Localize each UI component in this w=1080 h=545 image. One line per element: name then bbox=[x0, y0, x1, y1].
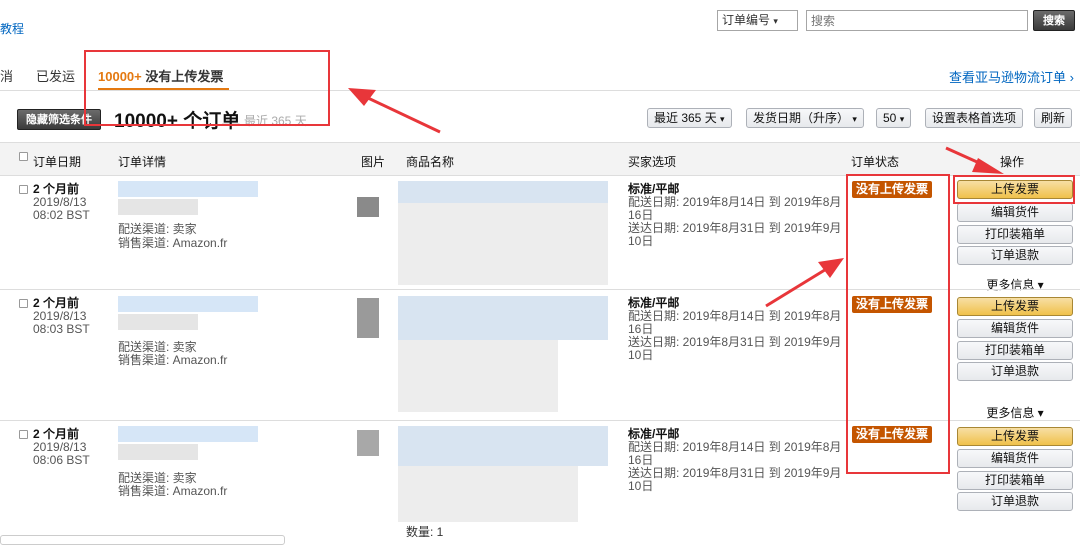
print-packing-slip-button[interactable]: 打印装箱单 bbox=[957, 225, 1073, 244]
bottom-input-partial bbox=[0, 535, 285, 545]
edit-shipment-button[interactable]: 编辑货件 bbox=[957, 449, 1073, 468]
refund-order-button[interactable]: 订单退款 bbox=[957, 362, 1073, 381]
product-title-redacted bbox=[398, 426, 608, 466]
search-type-label: 订单编号 bbox=[722, 13, 771, 27]
upload-invoice-button[interactable]: 上传发票 bbox=[957, 297, 1073, 316]
col-product-name: 商品名称 bbox=[406, 155, 455, 169]
arrow-to-tab bbox=[348, 88, 441, 134]
sort-select[interactable]: 发货日期（升序） ▾ bbox=[746, 108, 864, 128]
quantity: 数量: 1 bbox=[406, 525, 444, 539]
print-packing-slip-button[interactable]: 打印装箱单 bbox=[957, 341, 1073, 360]
col-buyer-options: 买家选项 bbox=[628, 155, 677, 169]
chevron-down-icon: ▾ bbox=[720, 114, 725, 124]
sort-label: 发货日期（升序） bbox=[753, 111, 850, 125]
chevron-down-icon: ▾ bbox=[773, 16, 778, 26]
sales-channel: 销售渠道: Amazon.fr bbox=[118, 353, 228, 367]
row-checkbox[interactable] bbox=[19, 299, 28, 308]
buyer-name-redacted bbox=[118, 199, 198, 215]
order-id-redacted bbox=[118, 426, 258, 442]
row-checkbox[interactable] bbox=[19, 430, 28, 439]
arrow-to-status bbox=[765, 258, 844, 308]
per-page-select[interactable]: 50 ▾ bbox=[876, 108, 912, 128]
annotation-box-tab bbox=[84, 50, 330, 126]
fulfillment-channel: 配送渠道: 卖家 bbox=[118, 222, 197, 236]
tutorial-link[interactable]: 教程 bbox=[0, 20, 24, 37]
order-id-redacted bbox=[118, 181, 258, 197]
ship-date-line1: 配送日期: 2019年8月14日 到 2019年8月 bbox=[628, 309, 842, 323]
col-actions: 操作 bbox=[1000, 155, 1025, 169]
ship-date-line1: 配送日期: 2019年8月14日 到 2019年8月 bbox=[628, 440, 842, 454]
chevron-down-icon: ▾ bbox=[899, 114, 905, 124]
buyer-name-redacted bbox=[118, 314, 198, 330]
tab-shipped[interactable]: 已发运 bbox=[36, 66, 75, 85]
delivery-date-line2: 10日 bbox=[628, 234, 654, 248]
delivery-date-line1: 送达日期: 2019年8月31日 到 2019年9月 bbox=[628, 466, 842, 480]
ship-date-line1: 配送日期: 2019年8月14日 到 2019年8月 bbox=[628, 195, 842, 209]
order-time: 08:02 BST bbox=[33, 208, 90, 222]
per-page-label: 50 bbox=[883, 111, 897, 125]
annotation-box-upload bbox=[953, 175, 1075, 204]
order-id-redacted bbox=[118, 296, 258, 312]
annotation-box-status bbox=[846, 174, 950, 474]
refresh-button[interactable]: 刷新 bbox=[1034, 108, 1073, 128]
select-all-checkbox[interactable] bbox=[19, 152, 28, 161]
edit-shipment-button[interactable]: 编辑货件 bbox=[957, 319, 1073, 338]
table-prefs-button[interactable]: 设置表格首选项 bbox=[925, 108, 1024, 128]
upload-invoice-button[interactable]: 上传发票 bbox=[957, 427, 1073, 446]
order-time: 08:06 BST bbox=[33, 453, 90, 467]
col-order-details: 订单详情 bbox=[118, 155, 167, 169]
product-details-redacted bbox=[398, 340, 558, 412]
date-range-select[interactable]: 最近 365 天 ▾ bbox=[647, 108, 732, 128]
search-button[interactable]: 搜索 bbox=[1033, 10, 1075, 31]
product-image-redacted bbox=[357, 430, 379, 456]
product-title-redacted bbox=[398, 296, 608, 340]
buyer-name-redacted bbox=[118, 444, 198, 460]
order-time: 08:03 BST bbox=[33, 322, 90, 336]
search-type-select[interactable]: 订单编号 ▾ bbox=[717, 10, 798, 31]
delivery-date-line2: 10日 bbox=[628, 348, 654, 362]
refund-order-button[interactable]: 订单退款 bbox=[957, 492, 1073, 511]
fba-orders-link[interactable]: 查看亚马逊物流订单 › bbox=[949, 67, 1074, 86]
col-order-status: 订单状态 bbox=[851, 155, 900, 169]
sales-channel: 销售渠道: Amazon.fr bbox=[118, 236, 228, 250]
product-image-redacted bbox=[357, 298, 379, 338]
edit-shipment-button[interactable]: 编辑货件 bbox=[957, 203, 1073, 222]
delivery-date-line2: 10日 bbox=[628, 479, 654, 493]
more-info-link[interactable]: 更多信息 ▾ bbox=[957, 276, 1073, 293]
delivery-date-line1: 送达日期: 2019年8月31日 到 2019年9月 bbox=[628, 335, 842, 349]
chevron-down-icon: ▾ bbox=[852, 114, 857, 124]
date-range-label: 最近 365 天 bbox=[654, 111, 717, 125]
product-title-redacted bbox=[398, 181, 608, 203]
more-info-link[interactable]: 更多信息 ▾ bbox=[957, 404, 1073, 421]
col-image: 图片 bbox=[361, 155, 386, 169]
print-packing-slip-button[interactable]: 打印装箱单 bbox=[957, 471, 1073, 490]
sales-channel: 销售渠道: Amazon.fr bbox=[118, 484, 228, 498]
refund-order-button[interactable]: 订单退款 bbox=[957, 246, 1073, 265]
delivery-date-line1: 送达日期: 2019年8月31日 到 2019年9月 bbox=[628, 221, 842, 235]
col-order-date[interactable]: 订单日期 bbox=[33, 153, 81, 170]
search-input[interactable] bbox=[806, 10, 1028, 31]
product-image-redacted bbox=[357, 197, 379, 217]
tab-cancelled[interactable]: 消 bbox=[0, 66, 13, 85]
row-checkbox[interactable] bbox=[19, 185, 28, 194]
product-details-redacted bbox=[398, 203, 608, 285]
product-details-redacted bbox=[398, 466, 578, 522]
